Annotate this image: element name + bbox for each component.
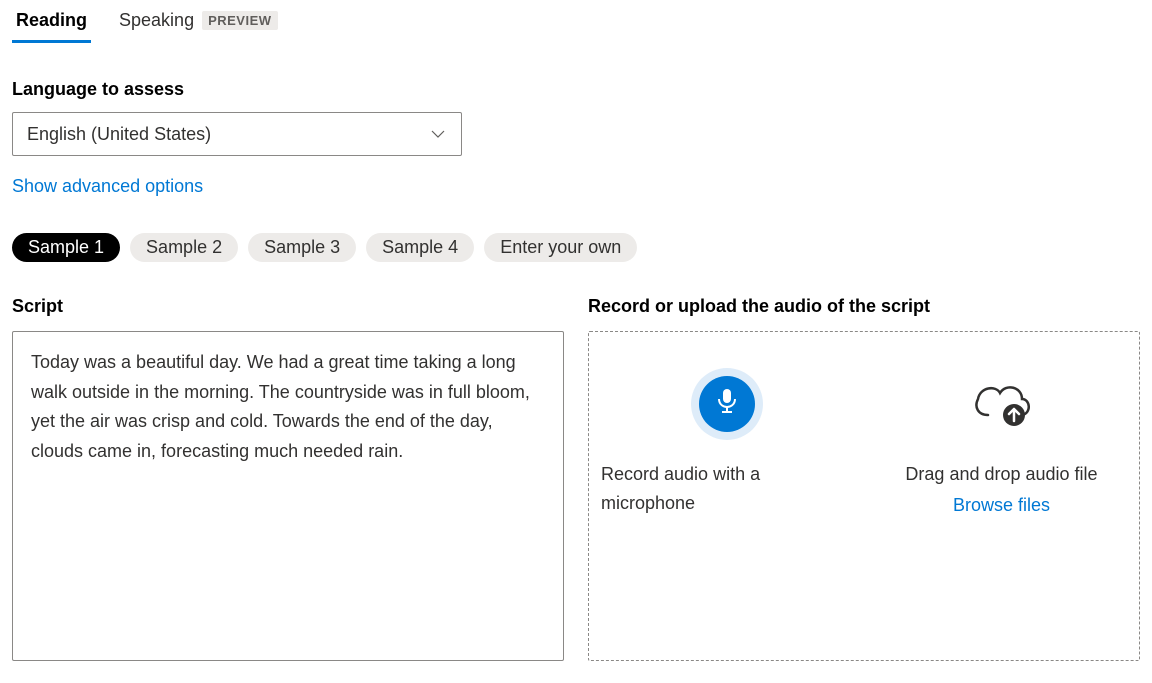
language-select[interactable]: English (United States) <box>12 112 462 156</box>
upload-column: Record or upload the audio of the script <box>588 296 1140 661</box>
record-section: Record audio with a microphone <box>589 332 864 660</box>
script-header: Script <box>12 296 564 317</box>
tabs-bar: Reading Speaking PREVIEW <box>12 0 1140 39</box>
language-value: English (United States) <box>27 124 211 145</box>
sample-pills: Sample 1 Sample 2 Sample 3 Sample 4 Ente… <box>12 233 1140 262</box>
upload-header: Record or upload the audio of the script <box>588 296 1140 317</box>
pill-sample-4[interactable]: Sample 4 <box>366 233 474 262</box>
tab-speaking-label: Speaking <box>119 10 194 31</box>
browse-files-link[interactable]: Browse files <box>953 495 1050 516</box>
record-label: Record audio with a microphone <box>597 460 856 518</box>
language-label: Language to assess <box>12 79 1140 100</box>
content-columns: Script Today was a beautiful day. We had… <box>12 296 1140 661</box>
tab-reading[interactable]: Reading <box>12 2 91 39</box>
script-column: Script Today was a beautiful day. We had… <box>12 296 564 661</box>
pill-sample-1[interactable]: Sample 1 <box>12 233 120 262</box>
cloud-upload-icon <box>966 368 1038 440</box>
tab-speaking[interactable]: Speaking PREVIEW <box>115 2 282 39</box>
preview-badge: PREVIEW <box>202 11 277 30</box>
script-textarea[interactable]: Today was a beautiful day. We had a grea… <box>12 331 564 661</box>
pill-sample-3[interactable]: Sample 3 <box>248 233 356 262</box>
chevron-down-icon <box>429 125 447 143</box>
upload-box: Record audio with a microphone Drag and … <box>588 331 1140 661</box>
tab-reading-label: Reading <box>16 10 87 31</box>
advanced-options-link[interactable]: Show advanced options <box>12 176 203 197</box>
drop-section[interactable]: Drag and drop audio file Browse files <box>864 332 1139 660</box>
record-button[interactable] <box>699 376 755 432</box>
pill-enter-own[interactable]: Enter your own <box>484 233 637 262</box>
pill-sample-2[interactable]: Sample 2 <box>130 233 238 262</box>
record-button-outer <box>691 368 763 440</box>
drop-label: Drag and drop audio file <box>872 460 1131 489</box>
microphone-icon <box>716 389 738 420</box>
